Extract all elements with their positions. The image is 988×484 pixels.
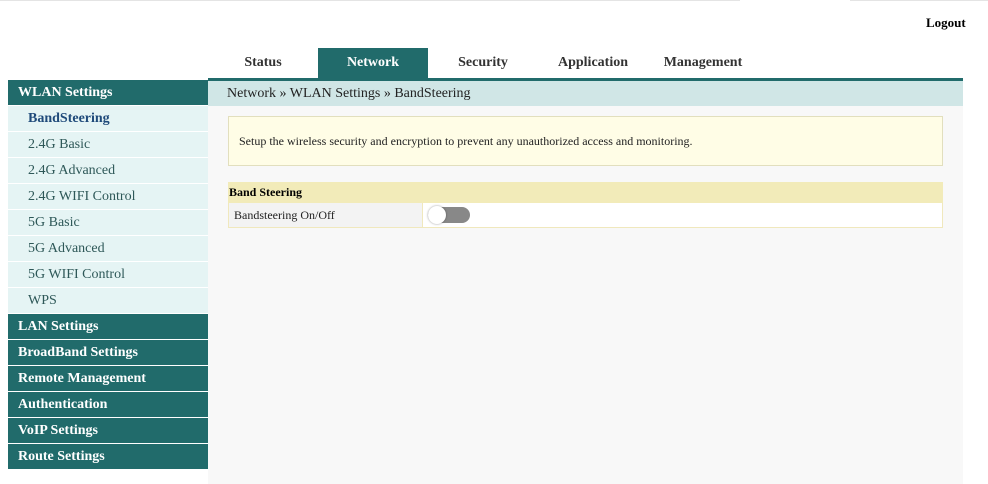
main-content: Network » WLAN Settings » BandSteering S… <box>208 81 963 484</box>
tab-security[interactable]: Security <box>428 48 538 78</box>
tab-application[interactable]: Application <box>538 48 648 78</box>
sidebar: WLAN Settings BandSteering 2.4G Basic 2.… <box>8 80 208 470</box>
band-steering-section: Band Steering Bandsteering On/Off <box>228 182 943 228</box>
sidebar-header-remote-management[interactable]: Remote Management <box>8 366 208 391</box>
sidebar-header-lan-settings[interactable]: LAN Settings <box>8 314 208 339</box>
sidebar-header-broadband-settings[interactable]: BroadBand Settings <box>8 340 208 365</box>
top-divider-right <box>850 0 988 1</box>
top-divider <box>0 0 740 1</box>
tab-status[interactable]: Status <box>208 48 318 78</box>
info-box: Setup the wireless security and encrypti… <box>228 116 943 166</box>
bandsteering-toggle[interactable] <box>428 206 470 224</box>
toggle-knob <box>428 206 446 224</box>
bandsteering-value <box>423 203 942 227</box>
sidebar-header-voip-settings[interactable]: VoIP Settings <box>8 418 208 443</box>
breadcrumb: Network » WLAN Settings » BandSteering <box>208 81 963 106</box>
sidebar-header-wlan-settings[interactable]: WLAN Settings <box>8 80 208 105</box>
sidebar-item-5g-basic[interactable]: 5G Basic <box>8 210 208 235</box>
sidebar-item-24g-basic[interactable]: 2.4G Basic <box>8 132 208 157</box>
info-text: Setup the wireless security and encrypti… <box>239 133 693 148</box>
sidebar-item-24g-advanced[interactable]: 2.4G Advanced <box>8 158 208 183</box>
bandsteering-row: Bandsteering On/Off <box>228 203 943 228</box>
sidebar-header-route-settings[interactable]: Route Settings <box>8 444 208 469</box>
tab-network[interactable]: Network <box>318 48 428 78</box>
sidebar-item-24g-wifi-control[interactable]: 2.4G WIFI Control <box>8 184 208 209</box>
sidebar-item-wps[interactable]: WPS <box>8 288 208 313</box>
bandsteering-label: Bandsteering On/Off <box>229 203 423 227</box>
sidebar-item-5g-wifi-control[interactable]: 5G WIFI Control <box>8 262 208 287</box>
tab-management[interactable]: Management <box>648 48 758 78</box>
logout-link[interactable]: Logout <box>926 15 966 31</box>
main-nav-tabs: Status Network Security Application Mana… <box>208 48 758 78</box>
sidebar-item-bandsteering[interactable]: BandSteering <box>8 106 208 131</box>
sidebar-item-5g-advanced[interactable]: 5G Advanced <box>8 236 208 261</box>
sidebar-header-authentication[interactable]: Authentication <box>8 392 208 417</box>
section-title: Band Steering <box>228 182 943 203</box>
